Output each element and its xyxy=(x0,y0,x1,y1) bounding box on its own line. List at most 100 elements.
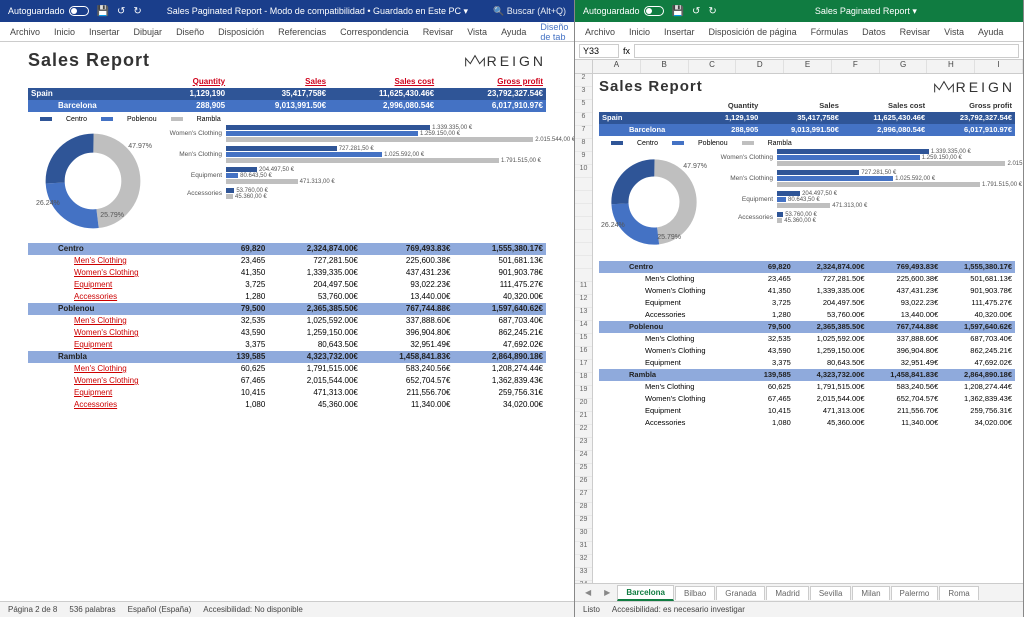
table-row: Women's Clothing67,4652,015,544.00€652,7… xyxy=(28,375,546,387)
charts-row: 47.97% 25.79% 26.24% Women's Clothing1.3… xyxy=(28,125,546,237)
sheet-tab[interactable]: Granada xyxy=(716,586,765,600)
row-headers[interactable]: 2356789101112131415161718192021222324252… xyxy=(575,74,593,583)
redo-icon[interactable]: ↻ xyxy=(708,6,716,17)
table-row: Accessories1,08045,360.00€11,340.00€34,0… xyxy=(599,417,1015,429)
legend-label: Rambla xyxy=(197,116,221,123)
report-title: Sales Report xyxy=(28,50,150,71)
save-icon[interactable]: 💾 xyxy=(97,6,109,17)
ribbon-tab[interactable]: Disposición xyxy=(218,27,264,37)
table-row: Men's Clothing23,465727,281.50€225,600.3… xyxy=(28,255,546,267)
sheet-tabs: ◀ ▶ BarcelonaBilbaoGranadaMadridSevillaM… xyxy=(575,583,1023,601)
autosave-toggle[interactable]: Autoguardado xyxy=(583,6,664,16)
legend-label: Centro xyxy=(66,116,87,123)
ribbon-tab[interactable]: Insertar xyxy=(89,27,120,37)
sheet-tab[interactable]: Roma xyxy=(939,586,978,600)
document-body: Sales Report REIGN QuantitySalesSales co… xyxy=(0,42,574,601)
table-row: Women's Clothing43,5901,259,150.00€396,9… xyxy=(599,345,1015,357)
excel-ribbon-tabs: Archivo Inicio Insertar Disposición de pági… xyxy=(575,22,1023,42)
column-headers[interactable]: ABCDEFGHI xyxy=(575,60,1023,74)
table-row: Men's Clothing32,5351,025,592.00€337,888… xyxy=(28,315,546,327)
table-row: Equipment3,725204,497.50€93,022.23€111,4… xyxy=(28,279,546,291)
name-box[interactable]: Y33 xyxy=(579,44,619,58)
ribbon-tab[interactable]: Vista xyxy=(467,27,487,37)
ribbon-tab[interactable]: Ayuda xyxy=(978,27,1003,37)
ribbon-tab[interactable]: Diseño xyxy=(176,27,204,37)
table-row: Accessories1,28053,760.00€13,440.00€40,3… xyxy=(599,309,1015,321)
table-row: Men's Clothing23,465727,281.50€225,600.3… xyxy=(599,273,1015,285)
sheet-tab[interactable]: Sevilla xyxy=(810,586,852,600)
table-row: Men's Clothing32,5351,025,592.00€337,888… xyxy=(599,333,1015,345)
sheet-prev-icon[interactable]: ◀ xyxy=(579,588,597,597)
word-titlebar: Autoguardado 💾 ↺ ↻ Sales Paginated Repor… xyxy=(0,0,574,22)
table-row: Women's Clothing41,3501,339,335.00€437,4… xyxy=(28,267,546,279)
ribbon-tab[interactable]: Disposición de página xyxy=(709,27,797,37)
search-box[interactable]: 🔍 Buscar (Alt+Q) xyxy=(493,6,566,17)
accessibility-indicator[interactable]: Accesibilidad: es necesario investigar xyxy=(612,605,745,614)
toggle-off-icon xyxy=(69,6,89,16)
table-row: Rambla139,5854,323,732.00€1,458,841.83€2… xyxy=(28,351,546,363)
legend-label: Poblenou xyxy=(698,140,728,147)
ribbon-tab[interactable]: Inicio xyxy=(629,27,650,37)
legend-label: Rambla xyxy=(768,140,792,147)
excel-titlebar: Autoguardado 💾 ↺ ↻ Sales Paginated Repor… xyxy=(575,0,1023,22)
ready-indicator: Listo xyxy=(583,605,600,614)
undo-icon[interactable]: ↺ xyxy=(117,6,125,17)
ribbon-tab[interactable]: Vista xyxy=(944,27,964,37)
donut-chart: 47.97% 25.79% 26.24% xyxy=(28,125,158,237)
ribbon-tab[interactable]: Fórmulas xyxy=(811,27,849,37)
undo-icon[interactable]: ↺ xyxy=(692,6,700,17)
chart-legend: Centro Poblenou Rambla xyxy=(611,140,1015,147)
table-row: Equipment3,37580,643.50€32,951.49€47,692… xyxy=(599,357,1015,369)
save-icon[interactable]: 💾 xyxy=(672,6,684,17)
legend-swatch xyxy=(672,141,684,145)
sheet-tab[interactable]: Palermo xyxy=(891,586,939,600)
bar-chart: Women's Clothing1.339.335,00 €1.259.150,… xyxy=(166,125,546,237)
legend-swatch xyxy=(101,117,113,121)
legend-label: Centro xyxy=(637,140,658,147)
ribbon-tab[interactable]: Archivo xyxy=(585,27,615,37)
ribbon-tab[interactable]: Revisar xyxy=(900,27,931,37)
bar-chart: Women's Clothing1.339.335,00 €1.259.150,… xyxy=(717,149,1015,255)
legend-swatch xyxy=(40,117,52,121)
report-title: Sales Report xyxy=(599,78,703,95)
ribbon-tab[interactable]: Diseño de tab xyxy=(540,22,568,42)
sheet-tab[interactable]: Barcelona xyxy=(617,585,674,601)
ribbon-tab[interactable]: Dibujar xyxy=(134,27,163,37)
accessibility-indicator[interactable]: Accesibilidad: No disponible xyxy=(203,605,303,614)
table-row: Poblenou79,5002,365,385.50€767,744.88€1,… xyxy=(28,303,546,315)
redo-icon[interactable]: ↻ xyxy=(133,6,141,17)
ribbon-tab[interactable]: Correspondencia xyxy=(340,27,409,37)
language-indicator[interactable]: Español (España) xyxy=(128,605,192,614)
legend-swatch xyxy=(171,117,183,121)
ribbon-tab[interactable]: Ayuda xyxy=(501,27,526,37)
formula-bar[interactable] xyxy=(634,44,1019,58)
sheet-tab[interactable]: Madrid xyxy=(766,586,808,600)
table-row: Equipment3,725204,497.50€93,022.23€111,4… xyxy=(599,297,1015,309)
chart-legend: Centro Poblenou Rambla xyxy=(40,116,546,123)
sheet-next-icon[interactable]: ▶ xyxy=(598,588,616,597)
ribbon-tab[interactable]: Referencias xyxy=(278,27,326,37)
table-row: Women's Clothing67,4652,015,544.00€652,7… xyxy=(599,393,1015,405)
word-count[interactable]: 536 palabras xyxy=(69,605,115,614)
ribbon-tab[interactable]: Datos xyxy=(862,27,886,37)
sheet-tab[interactable]: Milan xyxy=(852,586,889,600)
table-row: Equipment10,415471,313.00€211,556.70€259… xyxy=(599,405,1015,417)
page-indicator[interactable]: Página 2 de 8 xyxy=(8,605,57,614)
table-row: Men's Clothing60,6251,791,515.00€583,240… xyxy=(28,363,546,375)
table-row: Accessories1,08045,360.00€11,340.00€34,0… xyxy=(28,399,546,411)
brand-logo: REIGN xyxy=(465,53,546,69)
ribbon-tab[interactable]: Insertar xyxy=(664,27,695,37)
sheet-tab[interactable]: Bilbao xyxy=(675,586,715,600)
table-row: Rambla139,5854,323,732.00€1,458,841.83€2… xyxy=(599,369,1015,381)
table-row: Women's Clothing43,5901,259,150.00€396,9… xyxy=(28,327,546,339)
autosave-toggle[interactable]: Autoguardado xyxy=(8,6,89,16)
workbook-title: Sales Paginated Report ▾ xyxy=(717,6,1015,17)
ribbon-tab[interactable]: Inicio xyxy=(54,27,75,37)
ribbon-tab[interactable]: Revisar xyxy=(423,27,454,37)
donut-chart: 47.97% 25.79% 26.24% xyxy=(599,149,709,255)
legend-label: Poblenou xyxy=(127,116,157,123)
ribbon-tab[interactable]: Archivo xyxy=(10,27,40,37)
brand-logo: REIGN xyxy=(934,79,1015,95)
excel-statusbar: Listo Accesibilidad: es necesario invest… xyxy=(575,601,1023,617)
table-row: Men's Clothing60,6251,791,515.00€583,240… xyxy=(599,381,1015,393)
